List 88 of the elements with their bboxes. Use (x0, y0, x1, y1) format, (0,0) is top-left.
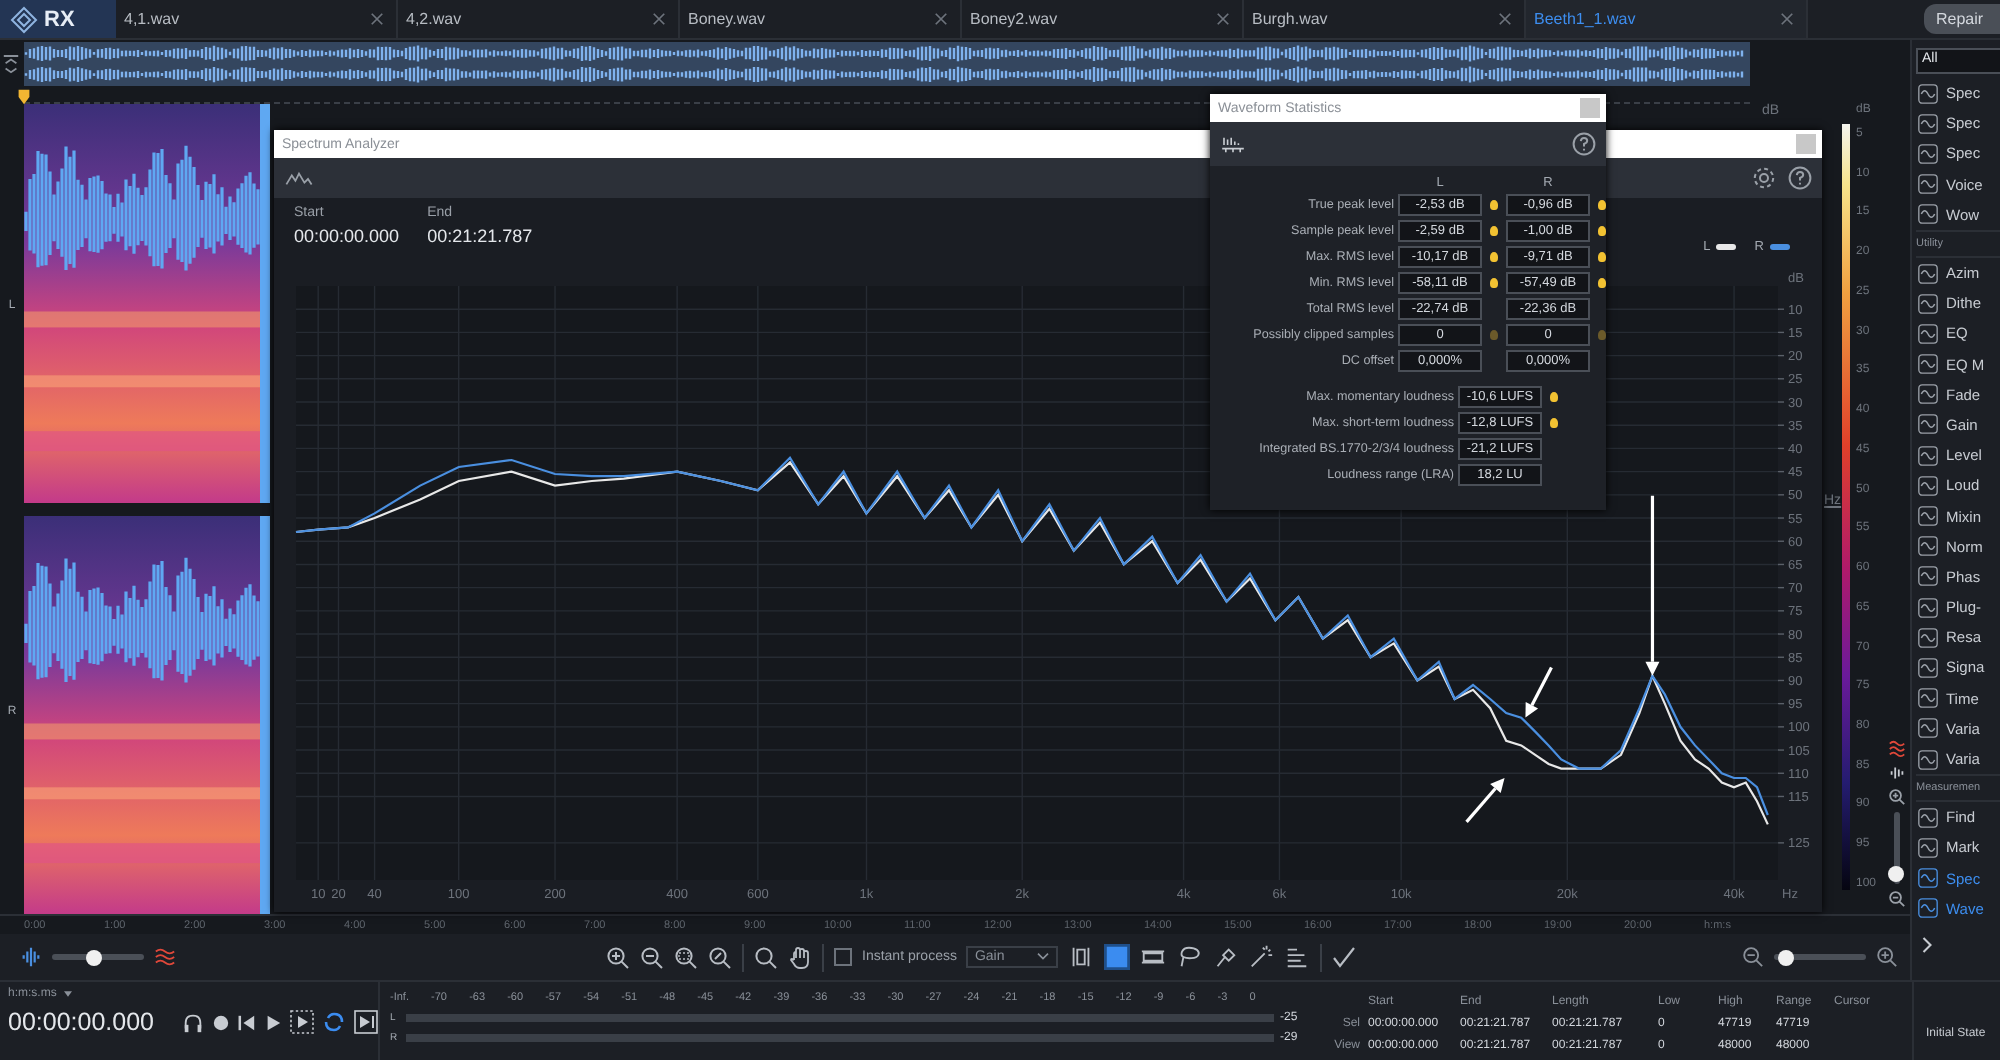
wave-icon (1918, 414, 1938, 435)
check-icon[interactable] (1332, 945, 1357, 969)
wave-icon (1918, 83, 1938, 104)
start-time: 00:00:00.000 (294, 226, 400, 246)
close-icon[interactable] (1216, 12, 1230, 26)
wave-icon (1918, 566, 1938, 587)
zoom-in-icon[interactable] (1876, 946, 1898, 968)
zoom-out-icon[interactable] (640, 945, 664, 969)
close-icon[interactable] (370, 12, 384, 26)
file-tab[interactable]: Boney.wav (680, 0, 962, 38)
playhead-icon[interactable] (16, 88, 32, 106)
annotation-arrow (1525, 666, 1553, 718)
spectrogram-icon[interactable] (154, 946, 176, 968)
collapse-icon[interactable] (2, 51, 20, 77)
annotation-arrow (1465, 777, 1505, 823)
close-icon[interactable] (1498, 12, 1512, 26)
loop-icon[interactable] (322, 1010, 346, 1034)
wave-icon (1918, 445, 1938, 466)
repair-button[interactable]: Repair (1924, 4, 2000, 34)
lasso-icon[interactable] (1176, 944, 1203, 970)
hand-icon[interactable] (788, 945, 812, 969)
wave-icon (1918, 749, 1938, 770)
end-time: 00:21:21.787 (427, 226, 533, 246)
waveform-icon[interactable] (20, 946, 42, 968)
time-selection-icon[interactable] (1068, 944, 1095, 970)
spectrum-icon (284, 169, 314, 187)
waveform-overview[interactable] (24, 42, 1750, 86)
wave-icon (1918, 204, 1938, 225)
wave-icon (1918, 113, 1938, 134)
close-icon[interactable] (652, 12, 666, 26)
zoom-all-icon[interactable] (708, 945, 732, 969)
file-tab[interactable]: Boney2.wav (962, 0, 1244, 38)
wave-icon (1918, 143, 1938, 164)
play-box-icon[interactable] (354, 1010, 378, 1034)
wave-icon (1918, 597, 1938, 618)
checkbox[interactable] (834, 948, 852, 966)
play-selection-icon[interactable] (290, 1010, 314, 1034)
close-icon[interactable] (934, 12, 948, 26)
zoom-out-icon[interactable] (1742, 946, 1764, 968)
wave-icon (1918, 688, 1938, 709)
wave-icon (1918, 323, 1938, 344)
help-icon[interactable] (1788, 166, 1812, 190)
chevron-icon[interactable] (1920, 935, 1934, 954)
caret-icon (1036, 952, 1051, 962)
time-display: 00:00:00.000 (8, 1008, 154, 1036)
wave-icon (1918, 475, 1938, 496)
logo-text: RX (44, 7, 75, 31)
brush-icon[interactable] (1212, 944, 1239, 970)
file-tab[interactable]: Beeth1_1.wav (1526, 0, 1808, 38)
zoom-selection-icon[interactable] (674, 945, 698, 969)
file-tab[interactable]: 4,1.wav (116, 0, 398, 38)
harmonic-selection-icon[interactable] (1284, 944, 1311, 970)
wave-icon (1918, 354, 1938, 375)
waveform-icon[interactable] (1887, 764, 1905, 782)
magic-wand-icon[interactable] (1248, 944, 1275, 970)
wave-icon (1918, 506, 1938, 527)
wave-icon (1918, 837, 1938, 858)
headphones-icon[interactable] (182, 1011, 204, 1033)
spectrogram-icon[interactable] (1887, 740, 1905, 758)
wave-icon (1918, 718, 1938, 739)
wave-icon (1918, 263, 1938, 284)
wave-icon (1918, 384, 1938, 405)
wave-icon (1918, 657, 1938, 678)
close-icon[interactable] (1780, 12, 1794, 26)
wave-icon (1918, 868, 1938, 889)
caret-icon (62, 990, 75, 998)
play-icon[interactable] (264, 1013, 282, 1031)
skip-back-icon[interactable] (238, 1013, 256, 1031)
zoom-in-icon[interactable] (606, 945, 630, 969)
slider-thumb[interactable] (1778, 949, 1794, 965)
magnifier-icon[interactable] (754, 945, 778, 969)
logo-icon (10, 5, 38, 33)
wave-icon (1918, 536, 1938, 557)
zoom-out-icon[interactable] (1887, 890, 1905, 908)
wave-icon (1918, 293, 1938, 314)
slider-thumb[interactable] (1888, 865, 1904, 881)
rectangle-selection-icon[interactable] (1104, 944, 1131, 970)
help-icon[interactable] (1572, 132, 1596, 156)
record-icon[interactable] (212, 1013, 230, 1031)
statistics-icon (1220, 135, 1246, 153)
wave-icon (1918, 174, 1938, 195)
slider-thumb[interactable] (86, 949, 103, 965)
settings-icon[interactable] (1752, 166, 1776, 190)
zoom-in-icon[interactable] (1887, 788, 1905, 806)
wave-icon (1918, 807, 1938, 828)
file-tab[interactable]: 4,2.wav (398, 0, 680, 38)
wave-icon (1918, 898, 1938, 919)
wave-icon (1918, 627, 1938, 648)
